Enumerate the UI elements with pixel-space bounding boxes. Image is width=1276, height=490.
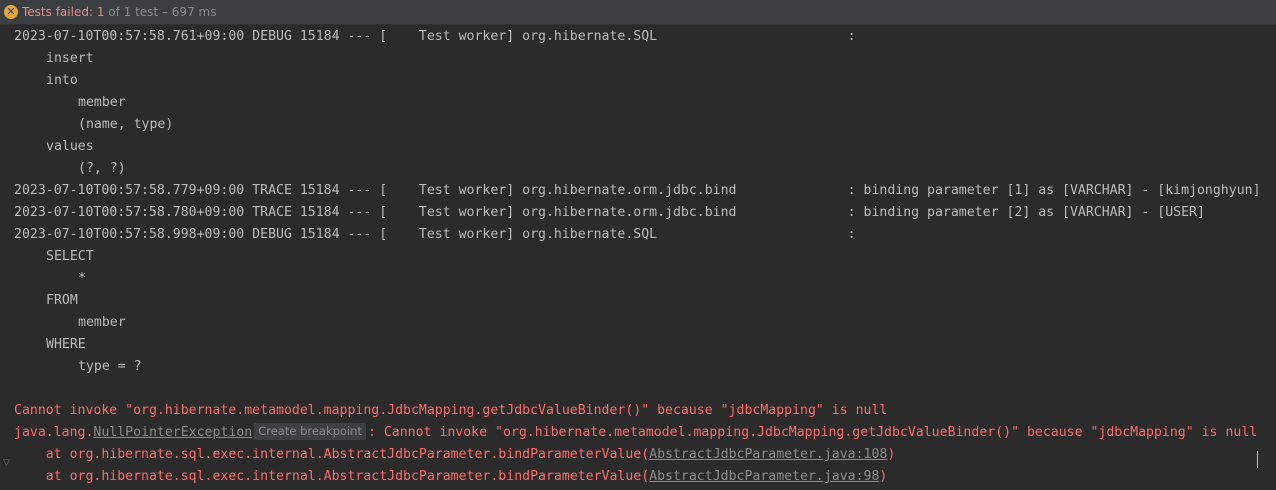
log-line: (?, ?) (78, 161, 126, 176)
run-console-window: ✕ Tests failed: 1 of 1 test – 697 ms 202… (0, 0, 1276, 490)
log-line: insert (46, 51, 94, 66)
exception-package: java.lang. (14, 425, 94, 440)
text-cursor (1257, 451, 1258, 468)
stack-frame-method: at org.hibernate.sql.exec.internal.Abstr… (14, 447, 650, 462)
test-duration: 697 ms (171, 5, 217, 19)
stack-frame-source-link[interactable]: AbstractJdbcParameter.java:98 (649, 469, 879, 484)
error-message-line: Cannot invoke "org.hibernate.metamodel.m… (14, 403, 888, 418)
total-tests: of 1 test (104, 5, 159, 19)
log-line: 2023-07-10T00:57:58.779+09:00 TRACE 1518… (14, 183, 1261, 198)
stack-frame-source-link[interactable]: AbstractJdbcParameter.java:108 (649, 447, 887, 462)
log-line: values (46, 139, 94, 154)
stack-frame: at org.hibernate.sql.exec.internal.Abstr… (14, 466, 888, 488)
log-line: member (78, 315, 126, 330)
log-line: (name, type) (78, 117, 174, 132)
exception-message: : Cannot invoke "org.hibernate.metamodel… (367, 425, 1258, 440)
log-line: type = ? (78, 359, 142, 374)
log-line: SELECT (46, 249, 94, 264)
fold-toggle-icon[interactable]: ▽ (3, 459, 11, 468)
stack-frame-close: ) (887, 447, 896, 462)
status-separator: – (158, 5, 172, 19)
log-line: * (78, 271, 86, 286)
log-line: WHERE (46, 337, 86, 352)
log-line: into (46, 73, 78, 88)
create-breakpoint-button[interactable]: Create breakpoint (254, 423, 366, 440)
tests-failed-label: Tests failed: (22, 5, 97, 19)
exception-line: java.lang.NullPointerException Create bre… (14, 422, 1257, 444)
log-line: member (78, 95, 126, 110)
stack-frame: at org.hibernate.sql.exec.internal.Abstr… (14, 444, 896, 466)
log-line: FROM (46, 293, 78, 308)
test-failed-icon: ✕ (4, 5, 18, 19)
stack-frame-method: at org.hibernate.sql.exec.internal.Abstr… (14, 469, 650, 484)
test-status-text: Tests failed: 1 of 1 test – 697 ms (22, 0, 216, 24)
stack-frame-close: ) (879, 469, 888, 484)
console-output[interactable]: 2023-07-10T00:57:58.761+09:00 DEBUG 1518… (0, 26, 1276, 490)
log-line: 2023-07-10T00:57:58.780+09:00 TRACE 1518… (14, 205, 1205, 220)
test-status-bar: ✕ Tests failed: 1 of 1 test – 697 ms (0, 0, 1276, 25)
log-line: 2023-07-10T00:57:58.761+09:00 DEBUG 1518… (14, 29, 856, 44)
log-line: 2023-07-10T00:57:58.998+09:00 DEBUG 1518… (14, 227, 856, 242)
exception-class-link[interactable]: NullPointerException (93, 425, 252, 440)
